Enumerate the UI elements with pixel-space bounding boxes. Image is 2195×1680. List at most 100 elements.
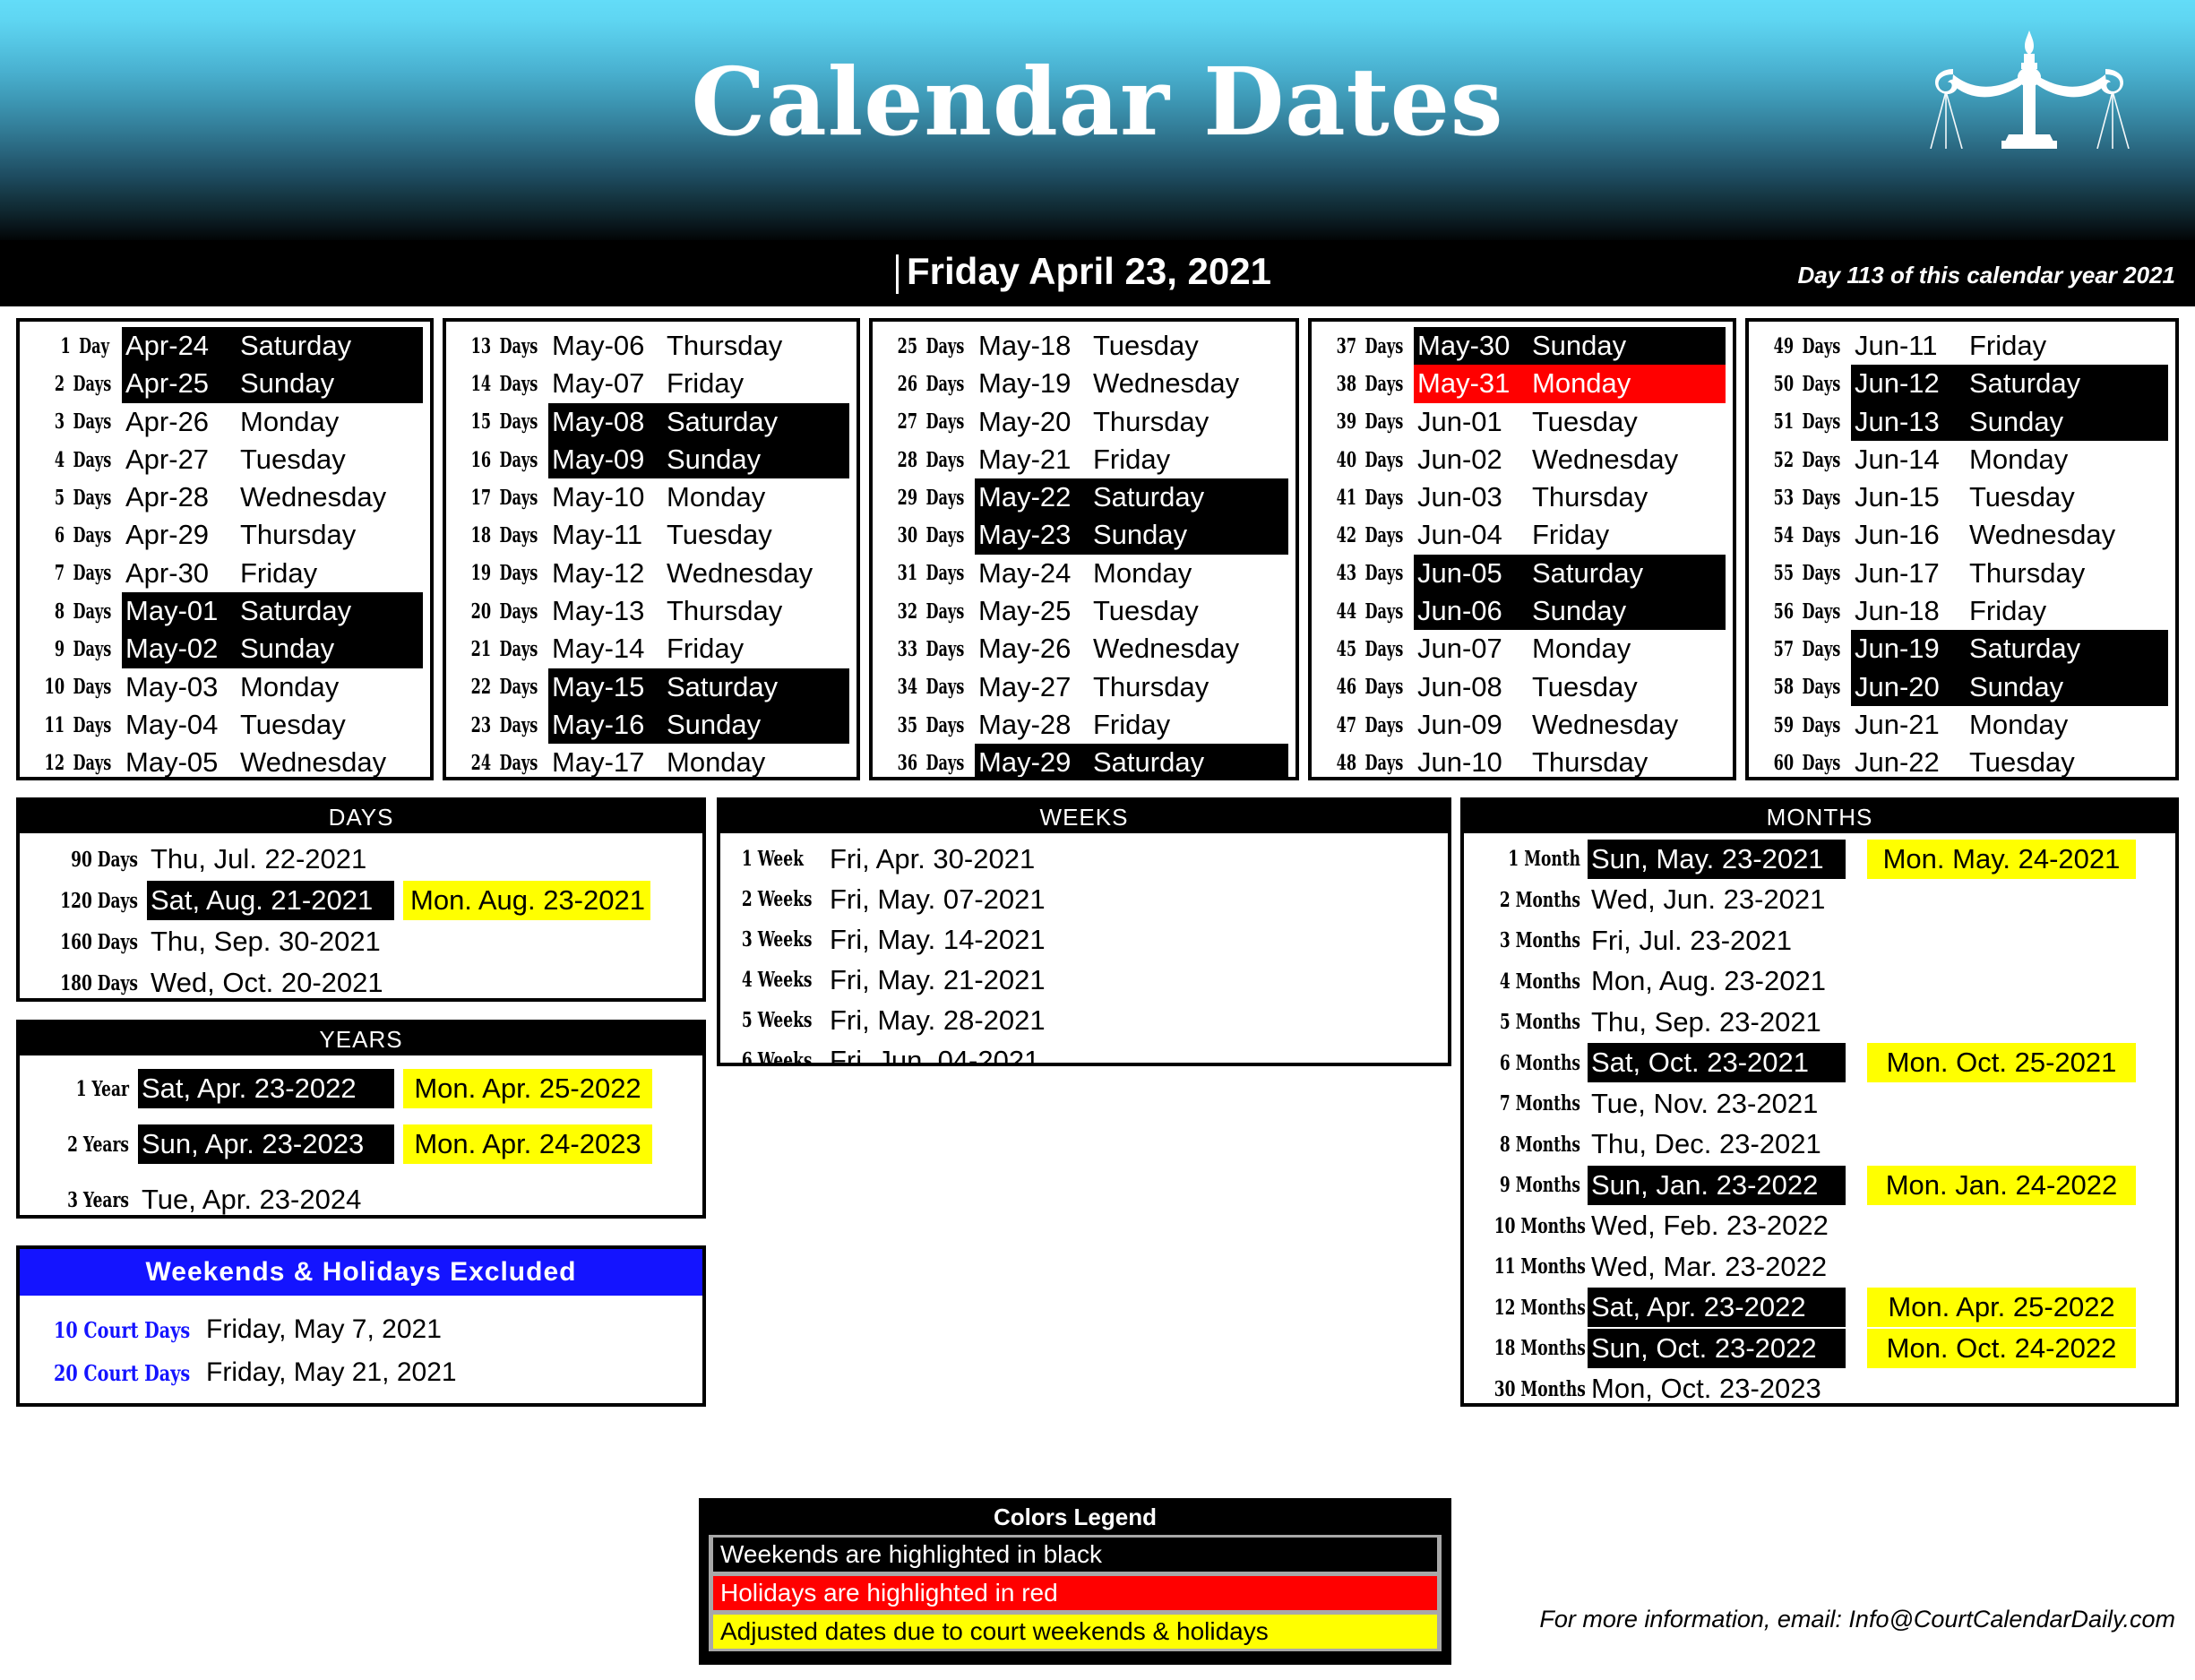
day-row: 35 Days May-28 Friday bbox=[873, 706, 1295, 744]
day-count-unit: Days bbox=[73, 371, 112, 396]
months-date-value: Fri, Jul. 23-2021 bbox=[1591, 924, 1792, 956]
day-count-number: 60 bbox=[1773, 750, 1795, 775]
day-row: 38 Days May-31 Monday bbox=[1312, 365, 1733, 403]
day-count-unit: Days bbox=[73, 409, 112, 435]
day-date: Jun-20 bbox=[1855, 670, 1940, 702]
legend-bar-red: Holidays are highlighted in red bbox=[713, 1576, 1437, 1610]
day-count-unit: Days bbox=[925, 523, 965, 548]
day-date: May-20 bbox=[978, 405, 1072, 437]
day-count-number: 15 bbox=[470, 409, 492, 435]
days-count-label: 120 Days bbox=[60, 888, 138, 913]
day-count-label: 17 Days bbox=[466, 486, 538, 510]
day-weekday: Saturday bbox=[240, 595, 352, 627]
title-word-calendar: Calendar bbox=[691, 47, 1170, 157]
day-countdown-columns: 1 Day Apr-24 Saturday 2 Days Apr-25 Sunday 3 Days… bbox=[0, 318, 2195, 784]
day-count-label: 2 Days bbox=[39, 371, 112, 396]
day-date: May-10 bbox=[552, 481, 645, 513]
day-date: Jun-14 bbox=[1855, 443, 1940, 475]
day-date: Jun-09 bbox=[1417, 708, 1502, 740]
day-count-label: 16 Days bbox=[466, 448, 538, 472]
day-count-label: 19 Days bbox=[466, 561, 538, 586]
day-row: 30 Days May-23 Sunday bbox=[873, 516, 1295, 555]
day-date: May-12 bbox=[552, 556, 645, 589]
months-date-value: Tue, Nov. 23-2021 bbox=[1591, 1087, 1819, 1119]
day-weekday: Sunday bbox=[1093, 519, 1188, 551]
day-count-number: 48 bbox=[1336, 750, 1357, 775]
day-count-label: 44 Days bbox=[1331, 599, 1404, 624]
text-caret bbox=[896, 254, 899, 294]
day-row: 12 Days May-05 Wednesday bbox=[20, 744, 430, 777]
day-count-label: 20 Days bbox=[466, 599, 538, 624]
day-date-cell: Jun-11 Friday bbox=[1851, 327, 2168, 365]
day-row: 8 Days May-01 Saturday bbox=[20, 592, 430, 631]
day-date-cell: Jun-08 Tuesday bbox=[1414, 668, 1726, 706]
day-count-label: 14 Days bbox=[466, 372, 538, 396]
day-weekday: Wednesday bbox=[667, 556, 813, 589]
day-count-number: 13 bbox=[470, 333, 492, 358]
day-count-unit: Days bbox=[1364, 675, 1404, 700]
day-date: May-31 bbox=[1417, 367, 1511, 400]
day-weekday: Wednesday bbox=[1969, 519, 2116, 551]
day-date: May-04 bbox=[125, 708, 219, 740]
day-row: 2 Days Apr-25 Sunday bbox=[20, 365, 430, 403]
day-count-number: 51 bbox=[1773, 409, 1795, 435]
day-date-cell: Jun-19 Saturday bbox=[1851, 630, 2168, 668]
weeks-date-value: Fri, Apr. 30-2021 bbox=[830, 842, 1036, 874]
day-count-number: 27 bbox=[897, 409, 918, 435]
day-row: 31 Days May-24 Monday bbox=[873, 555, 1295, 592]
scales-of-justice-icon bbox=[1926, 23, 2132, 149]
day-date-cell: May-21 Friday bbox=[975, 441, 1288, 478]
days-row: 90 Days Thu, Jul. 22-2021 bbox=[20, 839, 702, 880]
day-count-label: 30 Days bbox=[892, 523, 965, 548]
months-row: 7 Months Tue, Nov. 23-2021 bbox=[1464, 1083, 2175, 1124]
day-count-label: 8 Days bbox=[39, 599, 112, 624]
weeks-row: 5 Weeks Fri, May. 28-2021 bbox=[720, 1000, 1448, 1040]
days-date-value: Thu, Jul. 22-2021 bbox=[151, 843, 367, 874]
day-count-label: 53 Days bbox=[1769, 485, 1841, 510]
day-count-label: 31 Days bbox=[892, 561, 965, 585]
day-date: May-06 bbox=[552, 330, 645, 361]
day-date-cell: May-22 Saturday bbox=[975, 478, 1288, 517]
day-weekday: Tuesday bbox=[1969, 481, 2075, 513]
months-date-value: Mon, Aug. 23-2021 bbox=[1591, 965, 1826, 997]
day-count-unit: Days bbox=[73, 523, 112, 548]
day-row: 15 Days May-08 Saturday bbox=[446, 402, 856, 441]
weeks-count-label: 3 Weeks bbox=[741, 927, 813, 952]
adjusted-date: Mon. Jan. 24-2022 bbox=[1867, 1165, 2136, 1205]
day-weekday: Monday bbox=[1969, 708, 2069, 740]
day-count-number: 29 bbox=[897, 485, 918, 510]
day-count-number: 40 bbox=[1336, 447, 1357, 472]
weeks-section: WEEKS 1 Week Fri, Apr. 30-2021 2 Weeks Fri,… bbox=[717, 797, 1451, 1066]
months-date-value: Sat, Oct. 23-2021 bbox=[1588, 1043, 1846, 1083]
days-count-label: 180 Days bbox=[60, 970, 138, 995]
day-count-unit: Days bbox=[925, 675, 965, 700]
day-count-unit: Days bbox=[1364, 409, 1404, 435]
day-date: Jun-22 bbox=[1855, 746, 1940, 779]
day-count-unit: Days bbox=[1364, 485, 1404, 510]
months-count-label: 4 Months bbox=[1499, 969, 1580, 994]
day-count-unit: Days bbox=[499, 561, 538, 586]
adjusted-date: Mon. Oct. 24-2022 bbox=[1867, 1328, 2136, 1368]
day-date: Jun-07 bbox=[1417, 633, 1502, 665]
day-date: Apr-26 bbox=[125, 405, 210, 437]
day-date: May-09 bbox=[552, 443, 645, 475]
day-date: Jun-01 bbox=[1417, 405, 1502, 437]
day-row: 60 Days Jun-22 Tuesday bbox=[1749, 744, 2175, 779]
day-row: 47 Days Jun-09 Wednesday bbox=[1312, 706, 1733, 744]
day-count-unit: Days bbox=[1802, 485, 1841, 510]
day-weekday: Friday bbox=[1093, 443, 1171, 475]
months-section-body: 1 Month Sun, May. 23-2021 Mon. May. 24-202… bbox=[1464, 833, 2175, 1403]
day-count-number: 56 bbox=[1773, 599, 1795, 624]
day-count-unit: Days bbox=[499, 637, 538, 662]
day-count-unit: Days bbox=[1802, 371, 1841, 396]
day-weekday: Friday bbox=[1093, 708, 1171, 740]
day-count-number: 38 bbox=[1336, 371, 1357, 396]
months-count-label: 30 Months bbox=[1493, 1376, 1586, 1401]
day-row: 27 Days May-20 Thursday bbox=[873, 403, 1295, 441]
weeks-row: 6 Weeks Fri, Jun. 04-2021 bbox=[720, 1040, 1448, 1064]
day-row: 17 Days May-10 Monday bbox=[446, 478, 856, 516]
day-date: May-15 bbox=[552, 670, 645, 702]
day-date-cell: Jun-12 Saturday bbox=[1851, 365, 2168, 403]
day-row: 44 Days Jun-06 Sunday bbox=[1312, 592, 1733, 631]
day-count-label: 39 Days bbox=[1331, 409, 1404, 435]
